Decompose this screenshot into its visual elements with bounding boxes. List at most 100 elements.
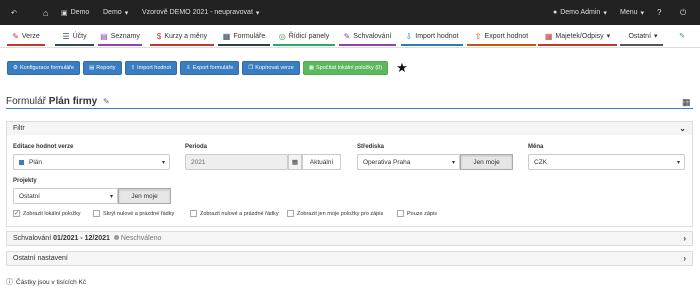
upload-icon: ⇧	[130, 65, 136, 71]
copy-versions-button[interactable]: ❐ Kopírovat verze	[242, 61, 300, 75]
tab-9[interactable]: ⇧ Export hodnot	[467, 28, 536, 46]
tab-icon: ▦	[222, 31, 231, 41]
tab-icon: ✎	[343, 31, 351, 41]
period-label: Perioda	[185, 144, 208, 150]
tab-icon: ▤	[100, 31, 108, 41]
caret-down-icon: ▾	[654, 33, 658, 40]
tab-icon: ⇧	[474, 31, 482, 41]
centers-label: Střediska	[357, 144, 385, 150]
caret-down-icon: ▾	[676, 159, 680, 166]
filter-header[interactable]: Filtr ⌄	[7, 122, 692, 135]
tab-11[interactable]: Ostatní ▾	[620, 28, 663, 46]
page-title: Formulář Plán firmy ✎	[6, 96, 110, 107]
tab-icon: ▦	[544, 31, 553, 41]
other-settings-header[interactable]: Ostatní nastavení ›	[7, 252, 692, 265]
tab-3[interactable]: ▤ Seznamy	[98, 28, 142, 46]
report-icon: ▤	[89, 65, 95, 71]
caret-down-icon: ▾	[161, 159, 165, 166]
pin-icon[interactable]: ✎	[675, 28, 689, 46]
chevron-right-icon: ›	[683, 234, 686, 243]
info-icon: ⓘ	[6, 279, 13, 286]
gear-icon: ⚙	[13, 65, 18, 71]
demo-link[interactable]: ▣ Demo	[61, 0, 89, 25]
checkbox-show-empty[interactable]: Zobrazit nulové a prázdné řádky	[190, 210, 279, 217]
checkbox-box[interactable]: ✓	[13, 210, 20, 217]
user-menu[interactable]: ● Demo Admin ▾	[553, 0, 607, 25]
title-divider	[6, 108, 693, 109]
tab-icon: ☰	[62, 31, 70, 41]
centers-select[interactable]: Operativa Praha ▾	[357, 154, 460, 170]
top-navbar: ↶ ⌂ ▣ Demo Demo ▾ Vzorově DEMO 2021 - neup…	[0, 0, 700, 25]
back-icon[interactable]: ↶	[11, 0, 17, 25]
download-icon: ⇩	[186, 65, 191, 71]
copy-icon: ❐	[248, 65, 254, 71]
scenario-menu[interactable]: Vzorově DEMO 2021 - neupravovat ▾	[142, 0, 259, 25]
tab-7[interactable]: ✎ Schvalování	[339, 28, 396, 46]
status-dot-icon	[113, 235, 119, 240]
calendar-icon[interactable]: ▦	[288, 154, 302, 170]
version-label: Editace hodnot verze	[13, 144, 74, 150]
checkbox-my-items[interactable]: Zobrazit jen moje položky pro zápis	[287, 210, 383, 217]
tab-5[interactable]: ▦ Formuláře	[218, 28, 270, 46]
demo-menu[interactable]: Demo ▾	[103, 0, 128, 25]
checkbox-local-items[interactable]: ✓ Zobrazit lokální položky	[13, 210, 80, 217]
tab-icon: ⇩	[405, 31, 413, 41]
building-icon: ▣	[61, 9, 68, 17]
caret-down-icon: ▾	[451, 159, 455, 166]
chevron-right-icon: ›	[683, 254, 686, 263]
approval-header[interactable]: Schvalování 01/2021 - 12/2021 Neschváleno…	[7, 232, 692, 245]
centers-mine-button[interactable]: Jen moje	[460, 154, 513, 170]
tab-10[interactable]: ▦ Majetek/Odpisy ▾	[538, 28, 617, 46]
tab-1[interactable]: ✎ Verze	[7, 28, 45, 46]
power-icon[interactable]: ⏻	[680, 0, 686, 25]
form-config-button[interactable]: ⚙ Konfigurace formuláře	[7, 61, 81, 75]
tab-icon: ✎	[12, 31, 19, 41]
tab-icon: ◎	[278, 31, 286, 41]
tab-8[interactable]: ⇩ Import hodnot	[401, 28, 463, 46]
export-form-button[interactable]: ⇩ Export formuláře	[180, 61, 240, 75]
tab-4[interactable]: $ Kurzy a měny	[150, 28, 214, 46]
checkbox-write-only[interactable]: Pouze zápis	[397, 210, 437, 217]
currency-select[interactable]: CZK ▾	[528, 154, 685, 170]
caret-down-icon: ▾	[255, 9, 260, 17]
approval-panel: Schvalování 01/2021 - 12/2021 Neschváleno…	[6, 231, 693, 246]
checkbox-box[interactable]	[397, 210, 404, 217]
caret-down-icon: ▾	[640, 9, 645, 17]
module-tabs: ✎ Verze ☰ Účty ▤ Seznamy $ Kurzy a měny ▦ Formulá…	[0, 25, 700, 48]
caret-down-icon: ▾	[124, 9, 129, 17]
action-toolbar: ⚙ Konfigurace formuláře ▤ Reporty ⇧ Import …	[7, 61, 408, 75]
tab-6[interactable]: ◎ Řídicí panely	[273, 28, 335, 46]
checkbox-box[interactable]	[190, 210, 197, 217]
projects-label: Projekty	[13, 178, 37, 184]
other-settings-panel: Ostatní nastavení ›	[6, 251, 693, 266]
main-menu[interactable]: Menu ▾	[620, 0, 644, 25]
approval-status: Neschváleno	[120, 235, 162, 242]
favorite-star-icon[interactable]: ★	[396, 61, 408, 75]
help-icon[interactable]: ?	[657, 0, 661, 25]
paperclip-icon[interactable]: ✎	[103, 97, 110, 106]
currency-label: Měna	[528, 144, 544, 150]
checkbox-box[interactable]	[93, 210, 100, 217]
calculator-icon: ▦	[308, 65, 315, 71]
calendar-settings-icon[interactable]: ▦	[682, 97, 691, 108]
caret-down-icon: ▾	[109, 193, 113, 200]
import-values-button[interactable]: ⇧ Import hodnot	[124, 61, 178, 75]
projects-select[interactable]: Ostatní ▾	[13, 188, 118, 204]
caret-down-icon: ▾	[603, 9, 607, 17]
home-icon[interactable]: ⌂	[43, 0, 48, 25]
square-icon	[19, 159, 24, 165]
currency-footnote: ⓘ Částky jsou v tisících Kč	[6, 278, 87, 287]
period-input: 2021	[185, 154, 288, 170]
reports-button[interactable]: ▤ Reporty	[83, 61, 122, 75]
chevron-down-icon: ⌄	[679, 124, 686, 133]
tab-2[interactable]: ☰ Účty	[55, 28, 94, 46]
period-current-button[interactable]: Aktuální	[302, 154, 341, 170]
tab-icon: $	[156, 31, 162, 41]
projects-mine-button[interactable]: Jen moje	[118, 188, 171, 204]
user-icon: ●	[553, 9, 558, 16]
caret-down-icon: ▾	[606, 33, 611, 40]
version-select[interactable]: Plán ▾	[13, 154, 170, 170]
checkbox-box[interactable]	[287, 210, 294, 217]
calculate-local-button[interactable]: ▦ Spočítat lokální položky (0)	[302, 61, 389, 75]
checkbox-hide-empty[interactable]: Skrýt nulové a prázdné řádky	[93, 210, 174, 217]
